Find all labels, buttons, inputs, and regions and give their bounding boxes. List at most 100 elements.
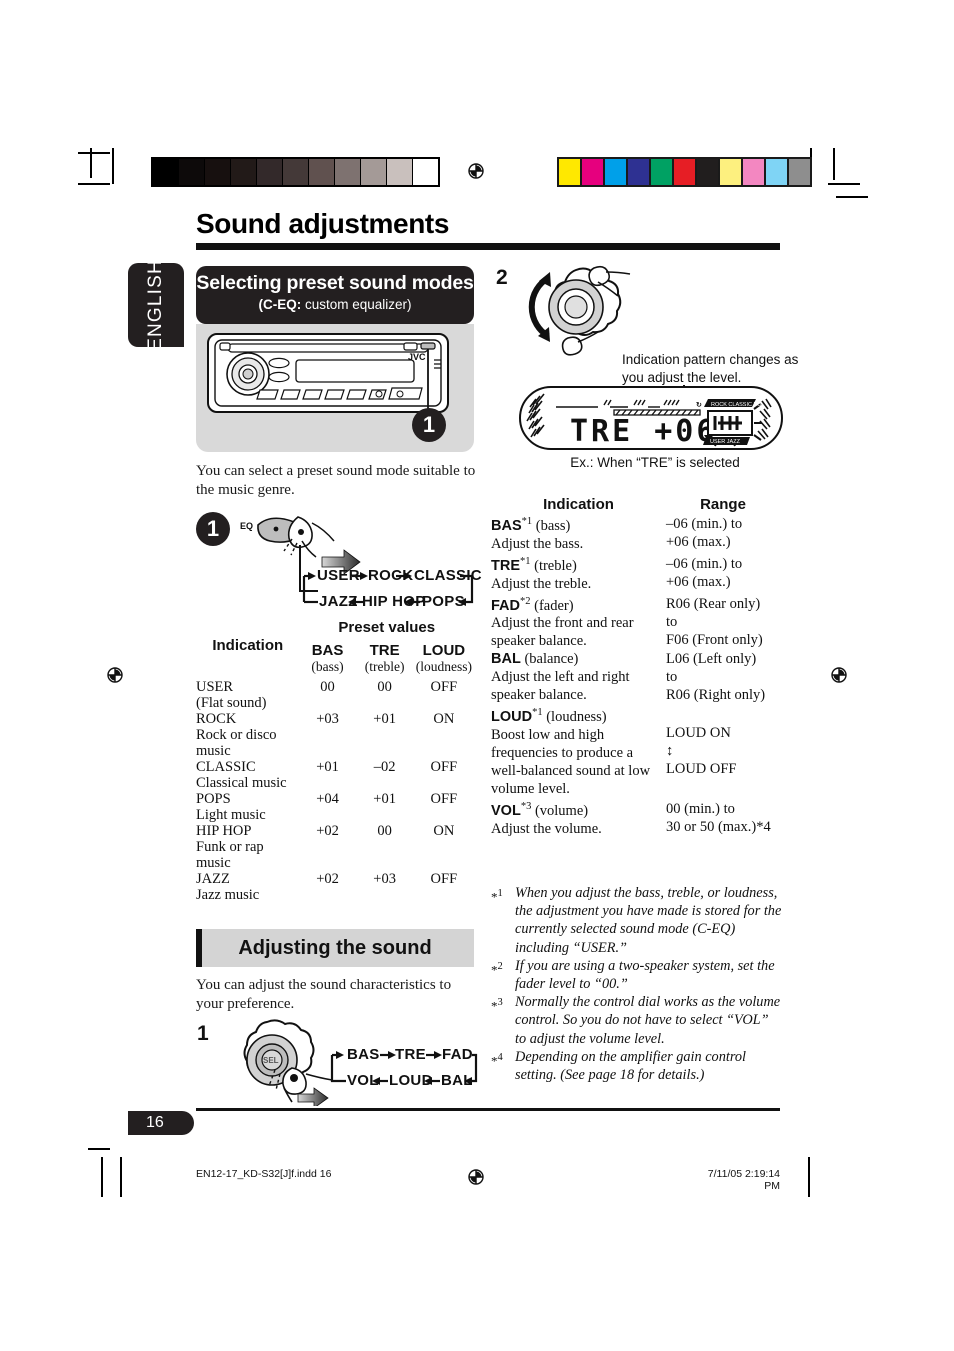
section2-heading-text: Adjusting the sound	[238, 937, 432, 959]
callout-badge-1: 1	[412, 408, 446, 442]
print-file-name: EN12-17_KD-S32[J]f.indd 16	[196, 1168, 332, 1180]
grayscale-swatch-4	[257, 159, 283, 185]
grayscale-swatch-3	[231, 159, 257, 185]
flow-label-tre: TRE	[395, 1046, 426, 1063]
step-number-1-eq: 1	[196, 512, 230, 546]
page-number-badge: 16	[128, 1111, 194, 1135]
preset-row-loud: OFF	[430, 759, 458, 775]
preset-row-tre: +03	[373, 871, 396, 887]
preset-mode-flow-diagram: USER ROCK CLASSIC JAZZ HIP HOP POPS	[300, 566, 482, 612]
grayscale-swatch-2	[205, 159, 231, 185]
crop-mark-bottom-right-v	[808, 1157, 810, 1197]
color-swatch-1	[582, 159, 605, 185]
preset-subcol-loud-abbr: LOUD	[422, 642, 466, 659]
footnotes-list: *1 When you adjust the bass, treble, or l…	[491, 884, 783, 1084]
range-row-range: LOUD ON ↕ LOUD OFF	[666, 704, 780, 798]
preset-subcol-bas-abbr: BAS	[311, 642, 344, 659]
grayscale-swatch-6	[309, 159, 335, 185]
footnote-marker: *1	[491, 888, 503, 905]
range-value-line: to	[666, 669, 678, 686]
color-swatch-2	[605, 159, 628, 185]
range-row-desc: Adjust the left and right speaker balanc…	[491, 669, 630, 704]
range-value-line: +06 (max.)	[666, 573, 731, 590]
preset-row-name: CLASSIC	[196, 759, 256, 775]
grayscale-swatch-10	[413, 159, 438, 185]
step-number-1-sel: 1	[197, 1022, 209, 1045]
preset-subcol-bas-full: (bass)	[311, 659, 344, 674]
range-row-abbr: VOL*3 (volume)	[491, 801, 589, 820]
crop-mark-top-right-h	[828, 183, 860, 185]
section1-heading-text: Selecting preset sound modes	[196, 272, 474, 294]
preset-row-desc: Jazz music	[196, 887, 260, 903]
table-row: USER (Flat sound) 00 00 OFF	[196, 679, 474, 711]
range-value-line: ↕	[666, 743, 674, 760]
flow-label-user: USER	[317, 567, 360, 584]
color-calibration-bar	[557, 157, 812, 187]
table-row: LOUD*1 (loudness) Boost low and high freq…	[491, 704, 780, 798]
range-col-range: Range	[700, 496, 746, 513]
section2-intro-text: You can adjust the sound characteristics…	[196, 977, 452, 1012]
grayscale-swatch-8	[361, 159, 387, 185]
lcd-mode-tags-top: ROCK CLASSIC POPS	[711, 402, 769, 408]
preset-row-desc: Light music	[196, 807, 266, 823]
range-row-abbr: LOUD*1 (loudness)	[491, 707, 607, 726]
step-number-2-rotate: 2	[496, 266, 508, 289]
table-row: TRE*1 (treble) Adjust the treble. –06 (min…	[491, 553, 780, 593]
registration-mark-left	[104, 664, 126, 686]
preset-row-name: HIP HOP	[196, 823, 252, 839]
range-row-abbr: TRE*1 (treble)	[491, 555, 577, 574]
footnote-item: *2 If you are using a two-speaker system,…	[491, 957, 783, 993]
lcd-display-illustration: TRE +06 ROCK CLASSIC POPS USER JAZZ ↻	[518, 367, 784, 458]
color-swatch-10	[789, 159, 810, 185]
crop-mark-bottom-left-v	[101, 1157, 103, 1197]
table-row: BAS*1 (bass) Adjust the bass. –06 (min.) t…	[491, 513, 780, 553]
language-tab-label: ENGLISH	[145, 259, 166, 351]
preset-row-name: POPS	[196, 791, 231, 807]
range-row-desc: Adjust the front and rear speaker balanc…	[491, 615, 634, 650]
range-value-line: –06 (min.) to	[666, 515, 743, 532]
table-row: ROCK Rock or disco music +03 +01 ON	[196, 711, 474, 759]
preset-row-bas: +02	[316, 871, 339, 887]
footnote-marker: *3	[491, 997, 503, 1014]
crop-mark-top-left-v	[112, 148, 114, 184]
section1-subheading: (C-EQ: custom equalizer)	[196, 297, 474, 312]
crop-mark-top-left-v2	[90, 148, 92, 178]
lcd-mode-tags-bottom: USER JAZZ	[710, 439, 741, 445]
color-swatch-4	[651, 159, 674, 185]
table-row: HIP HOP Funk or rap music +02 00 ON	[196, 823, 474, 871]
range-value-line: LOUD ON	[666, 725, 731, 742]
section1-intro-text: You can select a preset sound mode suita…	[196, 463, 476, 498]
registration-mark-top-center	[465, 160, 487, 182]
range-row-desc: Adjust the volume.	[491, 821, 602, 838]
preset-row-tre: +01	[373, 791, 396, 807]
footnote-ref: *1	[521, 516, 533, 527]
page-title: Sound adjustments	[196, 208, 449, 239]
range-value-line: +06 (max.)	[666, 533, 731, 550]
range-row-range: R06 (Rear only) to F06 (Front only)	[666, 593, 780, 651]
footnote-item: *4 Depending on the amplifier gain contro…	[491, 1048, 783, 1084]
footnote-text: If you are using a two-speaker system, s…	[515, 957, 775, 993]
range-row-range: 00 (min.) to 30 or 50 (max.)*4	[666, 798, 780, 838]
flow-label-bas: BAS	[347, 1046, 380, 1063]
preset-row-bas: 00	[320, 679, 335, 695]
preset-values-table: Indication Preset values BAS (bass) TRE …	[196, 616, 474, 903]
title-divider	[196, 243, 780, 250]
footnote-text: When you adjust the bass, treble, or lou…	[515, 885, 782, 956]
flow-label-rock: ROCK	[368, 567, 414, 584]
range-value-line: F06 (Front only)	[666, 631, 763, 648]
range-row-range: L06 (Left only) to R06 (Right only)	[666, 650, 780, 704]
flow-label-loud: LOUD	[389, 1072, 433, 1089]
range-row-desc: Adjust the bass.	[491, 535, 584, 552]
footnote-text: Depending on the amplifier gain control …	[515, 1048, 746, 1084]
preset-row-name: USER	[196, 679, 234, 695]
faceplate-illustration-panel: JVC 1	[196, 324, 474, 452]
preset-row-desc: (Flat sound)	[196, 695, 267, 711]
preset-row-tre: –02	[373, 759, 396, 775]
range-table-body: BAS*1 (bass) Adjust the bass. –06 (min.) t…	[491, 513, 780, 838]
preset-row-bas: +04	[316, 791, 339, 807]
footnote-ref: *1	[520, 555, 531, 567]
print-timestamp: 7/11/05 2:19:14 PM	[707, 1168, 780, 1192]
range-value-line: 00 (min.) to	[666, 801, 735, 818]
crop-mark-bottom-left-v2	[120, 1157, 122, 1197]
range-value-line: to	[666, 613, 678, 630]
